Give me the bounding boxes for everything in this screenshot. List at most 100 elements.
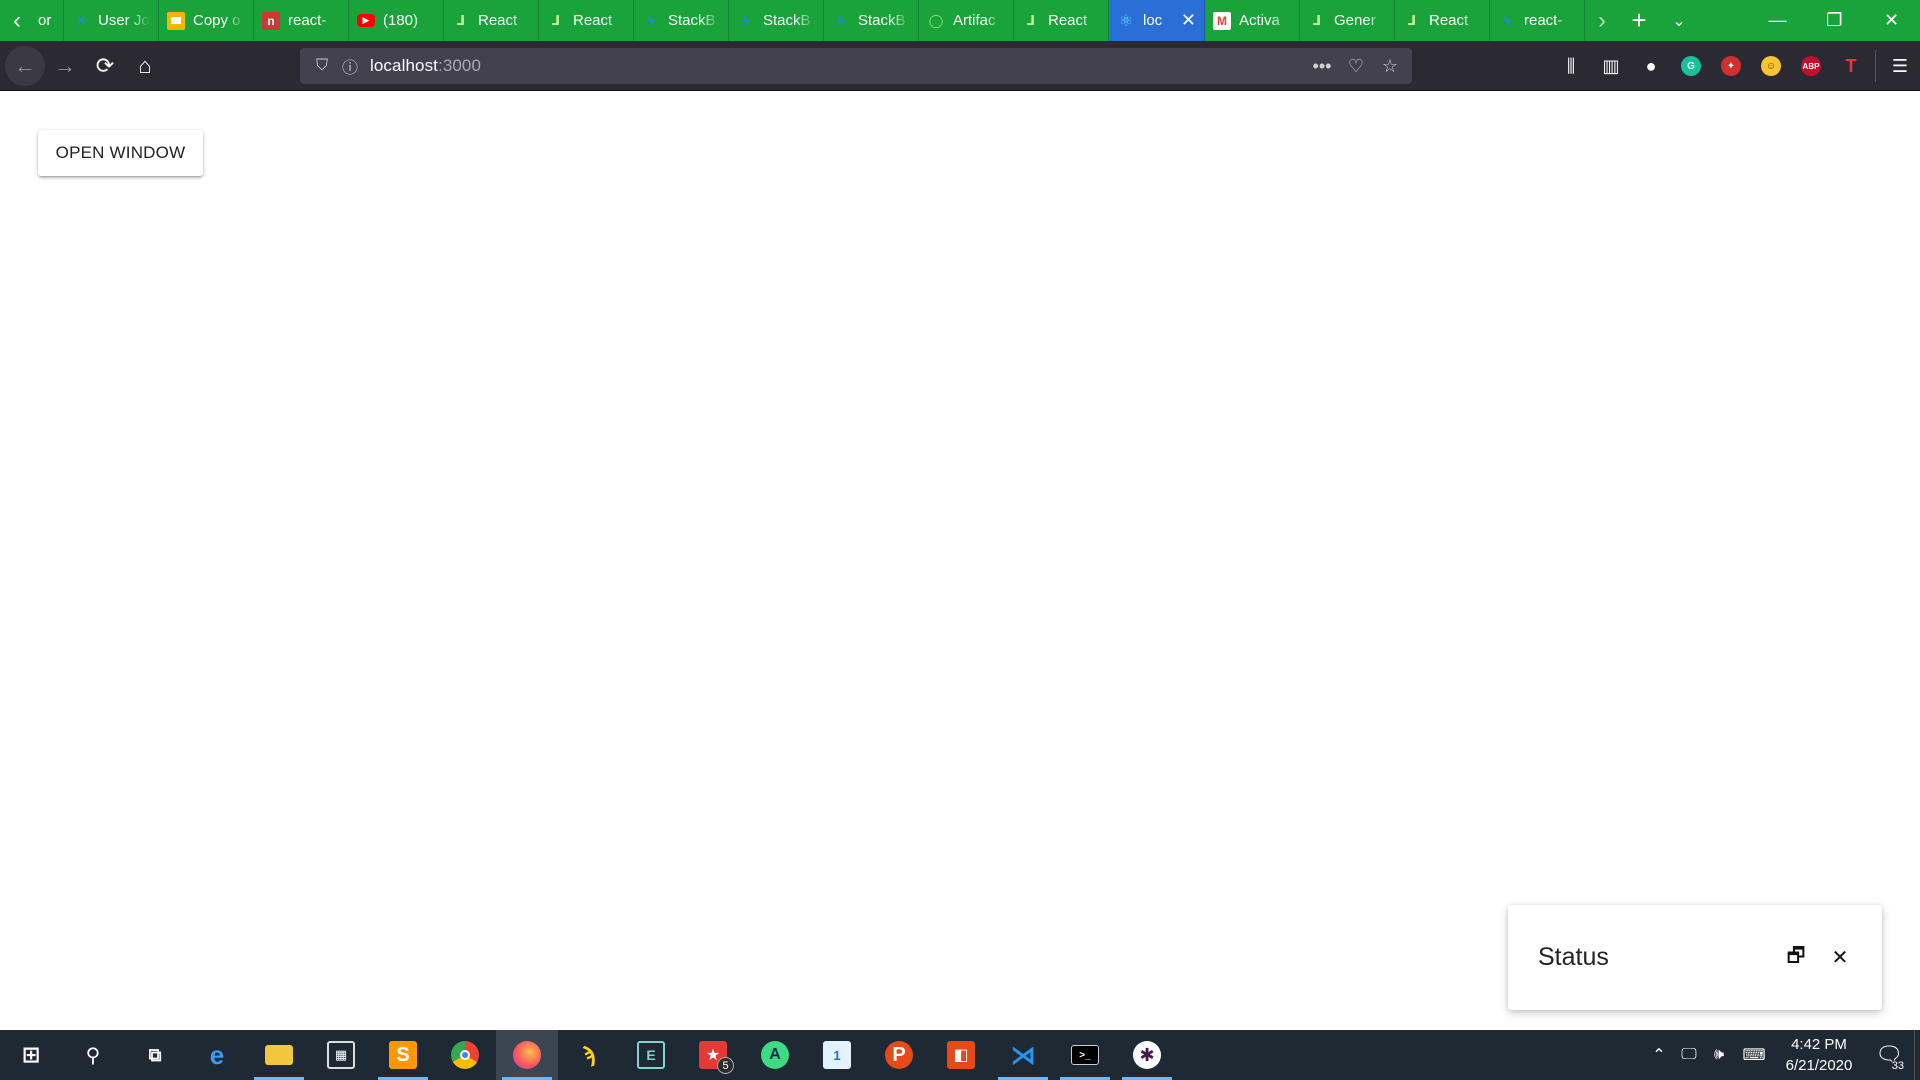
browser-tab[interactable]: ϟ react-	[1490, 0, 1585, 41]
browser-tab[interactable]: ᒧ React	[1014, 0, 1109, 41]
close-icon[interactable]: ✕	[1826, 944, 1854, 972]
browser-tab[interactable]: ᒧ React	[444, 0, 539, 41]
volume-icon[interactable]: 🕪	[1704, 1046, 1734, 1064]
browser-tab[interactable]: ϟ StackB	[634, 0, 729, 41]
url-port: :3000	[438, 56, 482, 75]
taskbar-app-vscode[interactable]: ⋊	[992, 1030, 1054, 1080]
new-tab-plus-icon[interactable]: +	[1619, 0, 1659, 41]
account-icon[interactable]: ●	[1631, 46, 1671, 86]
taskbar-app-calculator[interactable]: ▦	[310, 1030, 372, 1080]
taskbar-app-bookmarks[interactable]: ★ 5	[682, 1030, 744, 1080]
t-extension-icon[interactable]: T	[1831, 46, 1871, 86]
close-tab-icon[interactable]: ✕	[1181, 10, 1196, 31]
tab-title: or	[38, 12, 52, 29]
minimize-window-icon[interactable]: —	[1749, 0, 1806, 41]
forward-arrow-icon[interactable]: →	[45, 46, 85, 86]
taskbar-app-calendar[interactable]: 1	[806, 1030, 868, 1080]
grammarly-extension-icon[interactable]: G	[1671, 46, 1711, 86]
scroll-tabs-left-button[interactable]: ‹	[0, 0, 34, 41]
url-text[interactable]: localhost:3000	[370, 56, 481, 76]
hamburger-menu-icon[interactable]: ☰	[1880, 46, 1920, 86]
browser-tab[interactable]: ϟ StackB	[729, 0, 824, 41]
task-view-button[interactable]: ⧉	[124, 1030, 186, 1080]
action-center-button[interactable]: 🗨 33	[1864, 1030, 1914, 1080]
stackblitz-favicon-icon: ϟ	[1503, 13, 1511, 28]
taskbar-app-firefox[interactable]	[496, 1030, 558, 1080]
adblock-plus-extension-icon[interactable]: ABP	[1791, 46, 1831, 86]
start-button[interactable]: ⊞	[0, 1030, 62, 1080]
browser-tab[interactable]: ✕ User Jo	[64, 0, 159, 41]
stackblitz-favicon-icon: ϟ	[742, 13, 750, 28]
show-desktop-button[interactable]	[1914, 1030, 1920, 1080]
tab-title: React	[573, 12, 613, 29]
status-window: Status 🗗 ✕	[1508, 905, 1882, 1010]
tab-title: Activa	[1239, 12, 1280, 29]
sublime-text-icon: S	[389, 1041, 417, 1069]
clock[interactable]: 4:42 PM 6/21/2020	[1774, 1034, 1864, 1076]
bookmark-star-icon[interactable]: ☆	[1376, 56, 1404, 77]
close-window-icon[interactable]: ✕	[1863, 0, 1920, 41]
reload-icon[interactable]: ⟳	[85, 46, 125, 86]
confluence-favicon-icon: ✕	[75, 12, 87, 28]
browser-tab[interactable]: ▶ (180)	[349, 0, 444, 41]
vpn-extension-icon[interactable]: ✦	[1711, 46, 1751, 86]
taskbar-app-pika[interactable]: ϡ	[558, 1030, 620, 1080]
stackblitz-favicon-icon: ϟ	[837, 13, 845, 28]
url-host: localhost	[370, 56, 438, 75]
taskbar-app-sublime[interactable]: S	[372, 1030, 434, 1080]
home-icon[interactable]: ⌂	[125, 46, 165, 86]
browser-tab[interactable]: ᒧ React	[1395, 0, 1490, 41]
browser-tab[interactable]: ᒧ Gener	[1300, 0, 1395, 41]
taskbar-app-edge[interactable]: e	[186, 1030, 248, 1080]
restore-window-icon[interactable]: ❐	[1806, 0, 1863, 41]
taskbar-app-file-explorer[interactable]	[248, 1030, 310, 1080]
list-all-tabs-chevron-down-icon[interactable]: ⌄	[1659, 0, 1699, 41]
react-spring-favicon-icon: ᒧ	[1312, 12, 1322, 28]
page-content: OPEN WINDOW Status 🗗 ✕	[0, 92, 1920, 1030]
stackblitz-favicon-icon: ϟ	[647, 13, 655, 28]
browser-tab-active[interactable]: ⚛ loc ✕	[1109, 0, 1205, 41]
taskbar-app-office[interactable]: ◧	[930, 1030, 992, 1080]
taskbar-app-android-studio[interactable]: A	[744, 1030, 806, 1080]
taskbar-app-chrome[interactable]	[434, 1030, 496, 1080]
react-spring-favicon-icon: ᒧ	[1407, 12, 1417, 28]
react-spring-favicon-icon: ᒧ	[551, 12, 561, 28]
address-bar[interactable]: ⛉ ⓘ localhost:3000 ••• ♡ ☆	[300, 48, 1412, 84]
browser-navigation-toolbar: ← → ⟳ ⌂ ⛉ ⓘ localhost:3000 ••• ♡ ☆ ⫼ ▥ ●…	[0, 41, 1920, 91]
calculator-icon: ▦	[327, 1041, 355, 1069]
browser-tab[interactable]: ◯ Artifac	[919, 0, 1014, 41]
site-info-icon[interactable]: ⓘ	[336, 54, 364, 78]
taskbar-app-postman[interactable]: P	[868, 1030, 930, 1080]
tab-title: StackB	[763, 12, 811, 29]
office-icon: ◧	[947, 1041, 975, 1069]
tracking-protection-shield-icon[interactable]: ⛉	[308, 57, 336, 75]
show-hidden-icons-chevron-up-icon[interactable]: ⌃	[1644, 1045, 1674, 1065]
network-icon[interactable]: 🖵	[1674, 1046, 1704, 1064]
browser-tab[interactable]: ᒧ React	[539, 0, 634, 41]
android-studio-icon: A	[761, 1041, 789, 1069]
react-spring-favicon-icon: ᒧ	[1026, 12, 1036, 28]
restore-window-icon[interactable]: 🗗	[1782, 944, 1810, 972]
search-button[interactable]: ⚲	[62, 1030, 124, 1080]
taskbar-app-terminal[interactable]: >_	[1054, 1030, 1116, 1080]
keyboard-icon[interactable]: ⌨	[1734, 1045, 1774, 1065]
browser-tab[interactable]: Copy o	[159, 0, 254, 41]
scroll-tabs-right-button[interactable]: ›	[1585, 7, 1619, 35]
browser-tab[interactable]: n react-	[254, 0, 349, 41]
page-actions-ellipsis-icon[interactable]: •••	[1308, 56, 1336, 77]
browser-tab[interactable]: M Activa	[1205, 0, 1300, 41]
taskbar-app-console[interactable]: E	[620, 1030, 682, 1080]
tab-title: User Jo	[98, 12, 150, 29]
browser-tab[interactable]: ϟ StackB	[824, 0, 919, 41]
open-window-button[interactable]: OPEN WINDOW	[38, 130, 203, 176]
library-icon[interactable]: ⫼	[1551, 46, 1591, 86]
pocket-icon[interactable]: ♡	[1342, 56, 1370, 77]
back-arrow-icon[interactable]: ←	[5, 45, 45, 86]
tab-title: StackB	[858, 12, 906, 29]
search-icon: ⚲	[85, 1044, 101, 1067]
sidebar-icon[interactable]: ▥	[1591, 46, 1631, 86]
taskbar-app-slack[interactable]: ✱	[1116, 1030, 1178, 1080]
emoji-extension-icon[interactable]: ☺	[1751, 46, 1791, 86]
tab-title: react-	[1524, 12, 1563, 29]
browser-tab[interactable]: or	[34, 0, 64, 41]
